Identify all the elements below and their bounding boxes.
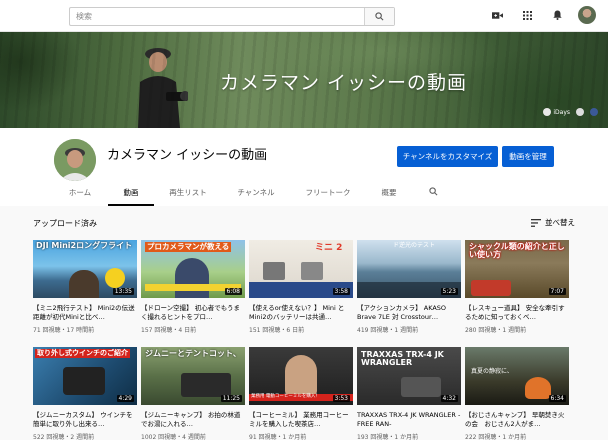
- channel-name: カメラマン イッシーの動画: [107, 148, 268, 163]
- video-camera-icon: [491, 11, 503, 19]
- thumbnail-caption: ジムニーとテントコット、: [145, 349, 241, 358]
- apps-button[interactable]: [518, 6, 536, 24]
- video-card[interactable]: ジムニーとテントコット、 11:25 【ジムニーキャンプ】 お拍の林道でお湯に入…: [141, 347, 245, 440]
- video-meta: 522 回視聴・2 週間前: [33, 434, 95, 440]
- tab-playlists[interactable]: 再生リスト: [162, 183, 214, 206]
- link-icon[interactable]: [576, 108, 584, 116]
- tab-channels[interactable]: チャンネル: [230, 183, 282, 206]
- video-duration: 13:35: [112, 288, 134, 295]
- video-duration: 4:29: [116, 395, 134, 402]
- banner-title: カメラマン イッシーの動画: [220, 72, 468, 94]
- video-card[interactable]: 業務用 電動コーヒーミルを購入！ 3:53 【コーヒーミル】 業務用コーヒーミル…: [249, 347, 353, 440]
- video-meta: 151 回視聴・6 日前: [249, 327, 305, 334]
- video-title[interactable]: 【ジムニーカスタム】 ウインチを簡単に取り外し出来る…: [33, 411, 137, 429]
- facebook-icon[interactable]: [590, 108, 598, 116]
- video-card[interactable]: プロカメラマンが教える 6:08 【ドローン空撮】 初心者でもうまく撮れるヒント…: [141, 240, 245, 334]
- video-card[interactable]: DJI Mini2ロングフライト 13:35 【ミニ2飛行テスト】 Mini2の…: [33, 240, 137, 334]
- tab-videos[interactable]: 動画: [108, 183, 154, 206]
- video-thumbnail[interactable]: ジムニーとテントコット、 11:25: [141, 347, 245, 405]
- thumbnail-caption: DJI Mini2ロングフライト: [36, 241, 133, 250]
- thumbnail-caption: 取り外し式ウインチのご紹介: [35, 349, 130, 359]
- video-duration: 7:07: [548, 288, 566, 295]
- video-thumbnail[interactable]: 取り外し式ウインチのご紹介 4:29: [33, 347, 137, 405]
- video-thumbnail[interactable]: ド逆光のテスト 5:23: [357, 240, 461, 298]
- video-title[interactable]: 【おじさんキャンプ】 早朝焚き火の会 おじさん2人がま…: [465, 411, 569, 429]
- video-duration: 4:32: [440, 395, 458, 402]
- video-duration: 11:25: [220, 395, 242, 402]
- video-thumbnail[interactable]: ミニ 2 3:58: [249, 240, 353, 298]
- tab-home[interactable]: ホーム: [60, 183, 100, 206]
- search-icon: [428, 187, 437, 196]
- video-card[interactable]: 取り外し式ウインチのご紹介 4:29 【ジムニーカスタム】 ウインチを簡単に取り…: [33, 347, 137, 440]
- video-meta: 419 回視聴・1 週間前: [357, 327, 419, 334]
- video-duration: 6:34: [548, 395, 566, 402]
- search-input[interactable]: [70, 8, 364, 25]
- tab-about[interactable]: 概要: [372, 183, 406, 206]
- channel-avatar-image: [54, 139, 96, 181]
- video-title[interactable]: 【ミニ2飛行テスト】 Mini2の伝送距離が初代Miniと比べ…: [33, 304, 137, 322]
- banner-link-idays[interactable]: iDays: [543, 108, 570, 116]
- channel-tabs: ホーム 動画 再生リスト チャンネル フリートーク 概要: [0, 183, 608, 206]
- thumbnail-caption: 真夏の静寂に、: [471, 368, 513, 375]
- search-button[interactable]: [364, 8, 394, 25]
- video-thumbnail[interactable]: TRAXXAS TRX-4 JK WRANGLER 4:32: [357, 347, 461, 405]
- thumbnail-caption: プロカメラマンが教える: [145, 242, 232, 252]
- top-bar: [0, 0, 608, 32]
- thumbnail-caption: ミニ 2: [315, 243, 343, 253]
- link-favicon-icon: [543, 108, 552, 116]
- video-thumbnail[interactable]: 真夏の静寂に、 6:34: [465, 347, 569, 405]
- tab-search[interactable]: [424, 183, 442, 206]
- video-thumbnail[interactable]: 業務用 電動コーヒーミルを購入！ 3:53: [249, 347, 353, 405]
- bell-icon: [552, 10, 562, 20]
- manage-videos-button[interactable]: 動画を管理: [502, 146, 554, 167]
- video-duration: 3:53: [332, 395, 350, 402]
- video-meta: 280 回視聴・1 週間前: [465, 327, 527, 334]
- channel-avatar[interactable]: [54, 139, 96, 181]
- video-title[interactable]: 【ドローン空撮】 初心者でもうまく撮れるヒントをプロ…: [141, 304, 245, 322]
- account-avatar[interactable]: [578, 6, 596, 24]
- video-title[interactable]: 【アクションカメラ】 AKASO Brave 7LE 対 Crosstour…: [357, 304, 461, 322]
- sort-label: 並べ替え: [545, 218, 575, 227]
- banner-photographer-image: [138, 48, 188, 128]
- video-meta: 71 回視聴・17 時間前: [33, 327, 95, 334]
- thumbnail-caption: TRAXXAS TRX-4 JK WRANGLER: [361, 350, 444, 368]
- video-thumbnail[interactable]: プロカメラマンが教える 6:08: [141, 240, 245, 298]
- customize-channel-button[interactable]: チャンネルをカスタマイズ: [397, 146, 498, 167]
- tab-free-talk[interactable]: フリートーク: [298, 183, 358, 206]
- video-title[interactable]: 【コーヒーミル】 業務用コーヒーミルを購入した喫茶店…: [249, 411, 353, 429]
- video-duration: 6:08: [224, 288, 242, 295]
- apps-grid-icon: [522, 10, 532, 20]
- sort-button[interactable]: 並べ替え: [531, 217, 575, 228]
- video-meta: 157 回視聴・4 日前: [141, 327, 197, 334]
- thumbnail-caption: ド逆光のテスト: [393, 242, 436, 249]
- sort-icon: [531, 218, 541, 227]
- banner-links: iDays: [543, 108, 598, 116]
- video-thumbnail[interactable]: DJI Mini2ロングフライト 13:35: [33, 240, 137, 298]
- video-title[interactable]: 【レスキュー道具】 安全な牽引するために知っておくべ…: [465, 304, 569, 322]
- video-card[interactable]: 真夏の静寂に、 6:34 【おじさんキャンプ】 早朝焚き火の会 おじさん2人がま…: [465, 347, 569, 440]
- video-card[interactable]: シャックル類の紹介と正しい使い方 7:07 【レスキュー道具】 安全な牽引するた…: [465, 240, 569, 334]
- video-meta: 91 回視聴・1 か月前: [249, 434, 307, 440]
- video-title[interactable]: 【使えるor使えない？】 Mini とMini2のバッテリーは共通…: [249, 304, 353, 322]
- video-card[interactable]: ミニ 2 3:58 【使えるor使えない？】 Mini とMini2のバッテリー…: [249, 240, 353, 334]
- thumbnail-caption: シャックル類の紹介と正しい使い方: [469, 242, 565, 260]
- video-thumbnail[interactable]: シャックル類の紹介と正しい使い方 7:07: [465, 240, 569, 298]
- video-duration: 5:23: [440, 288, 458, 295]
- section-title: アップロード済み: [33, 219, 97, 228]
- notifications-button[interactable]: [548, 6, 566, 24]
- channel-banner: カメラマン イッシーの動画 iDays: [0, 32, 608, 128]
- video-card[interactable]: ド逆光のテスト 5:23 【アクションカメラ】 AKASO Brave 7LE …: [357, 240, 461, 334]
- channel-header: カメラマン イッシーの動画 チャンネルをカスタマイズ 動画を管理 ホーム 動画 …: [0, 128, 608, 206]
- video-meta: 193 回視聴・1 か月前: [357, 434, 419, 440]
- video-title[interactable]: 【ジムニーキャンプ】 お拍の林道でお湯に入れる…: [141, 411, 245, 429]
- video-duration: 3:58: [332, 288, 350, 295]
- banner-link-label: iDays: [553, 108, 570, 116]
- video-meta: 222 回視聴・1 か月前: [465, 434, 527, 440]
- video-meta: 1002 回視聴・4 週間前: [141, 434, 206, 440]
- search-box: [69, 7, 395, 26]
- video-title[interactable]: TRAXXAS TRX-4 JK WRANGLER -FREE RAN-: [357, 411, 461, 429]
- search-icon: [375, 12, 384, 21]
- create-video-button[interactable]: [488, 6, 506, 24]
- video-card[interactable]: TRAXXAS TRX-4 JK WRANGLER 4:32 TRAXXAS T…: [357, 347, 461, 440]
